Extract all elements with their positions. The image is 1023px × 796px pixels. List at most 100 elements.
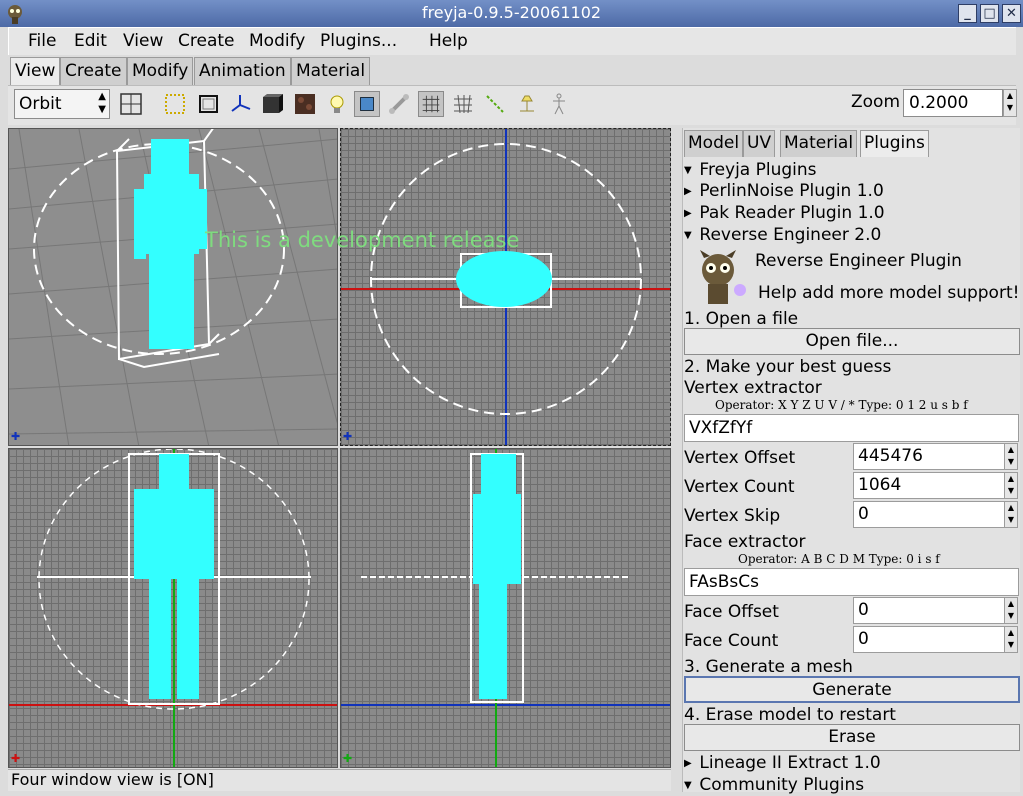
viewport-top[interactable]: ✚	[340, 128, 671, 446]
vertex-extractor-label: Vertex extractor	[684, 378, 822, 398]
collapsed-triangle-icon: ▶	[684, 207, 692, 219]
window-title: freyja-0.9.5-20061102	[421, 3, 602, 22]
vertex-pattern-input[interactable]: VXfZfYf	[684, 414, 1019, 442]
collapsed-triangle-icon: ▶	[684, 757, 692, 769]
menu-file[interactable]: File	[28, 31, 56, 51]
face-count-stepper[interactable]: ▲ ▼	[1004, 626, 1018, 653]
zoom-stepper[interactable]: ▲ ▼	[1003, 89, 1017, 117]
bounding-box-icon[interactable]	[196, 91, 222, 117]
face-operator-hint: Operator: A B C D M Type: 0 i s f	[738, 552, 940, 566]
freyja-mascot-icon	[8, 5, 22, 24]
axis-icon[interactable]	[228, 91, 254, 117]
viewport-front[interactable]: ✚	[8, 448, 338, 768]
vertex-count-stepper[interactable]: ▲ ▼	[1004, 472, 1018, 499]
axis-gizmo-icon: ✚	[11, 430, 21, 443]
top-scene	[341, 129, 670, 445]
axis-gizmo-icon: ✚	[343, 752, 353, 765]
face-extractor-label: Face extractor	[684, 532, 806, 552]
step-generate-label: 3. Generate a mesh	[684, 657, 853, 677]
skeleton-icon[interactable]	[546, 91, 572, 117]
menu-create[interactable]: Create	[178, 31, 235, 51]
four-window-icon[interactable]	[118, 91, 144, 117]
tree-lineage-extract[interactable]: ▶ Lineage II Extract 1.0	[684, 753, 881, 773]
tab-uv[interactable]: UV	[743, 130, 776, 157]
status-bar: Four window view is [ON]	[8, 769, 671, 791]
bone-icon[interactable]	[386, 91, 412, 117]
tab-material-panel[interactable]: Material	[780, 130, 858, 157]
select-vertex-icon[interactable]	[162, 91, 188, 117]
collapsed-triangle-icon: ▶	[684, 185, 692, 197]
minimize-button[interactable]: _	[958, 4, 977, 23]
vertex-offset-label: Vertex Offset	[684, 448, 796, 468]
step-erase-label: 4. Erase model to restart	[684, 705, 896, 725]
expanded-triangle-icon: ▼	[684, 229, 692, 241]
reverse-engineer-subtitle: Help add more model support!	[758, 283, 1020, 303]
close-button[interactable]: ✕	[1002, 4, 1021, 23]
light-bulb-icon[interactable]	[324, 91, 350, 117]
vertex-offset-stepper[interactable]: ▲ ▼	[1004, 443, 1018, 470]
menu-edit[interactable]: Edit	[74, 31, 107, 51]
vertex-operator-hint: Operator: X Y Z U V / * Type: 0 1 2 u s …	[715, 398, 968, 412]
reverse-engineer-title: Reverse Engineer Plugin	[755, 251, 962, 271]
menu-view[interactable]: View	[123, 31, 163, 51]
line-icon[interactable]	[482, 91, 508, 117]
tab-animation[interactable]: Animation	[194, 57, 291, 85]
perspective-scene	[9, 129, 337, 445]
tree-perlin-noise[interactable]: ▶ PerlinNoise Plugin 1.0	[684, 181, 884, 201]
menu-plugins[interactable]: Plugins...	[320, 31, 397, 51]
tree-freyja-plugins[interactable]: ▼ Freyja Plugins	[684, 160, 817, 180]
tab-plugins[interactable]: Plugins	[860, 130, 929, 157]
face-offset-input[interactable]: 0	[853, 597, 1005, 624]
zoom-value: 0.2000	[909, 93, 969, 113]
tab-view[interactable]: View	[10, 57, 61, 85]
face-pattern-input[interactable]: FAsBsCs	[684, 568, 1019, 596]
tree-community-plugins[interactable]: ▼ Community Plugins	[684, 775, 864, 795]
side-scene	[341, 449, 670, 767]
vertex-skip-label: Vertex Skip	[684, 506, 781, 526]
tab-create[interactable]: Create	[60, 57, 127, 85]
tab-modify[interactable]: Modify	[127, 57, 194, 85]
menu-help[interactable]: Help	[429, 31, 468, 51]
vertex-count-input[interactable]: 1064	[853, 472, 1005, 499]
face-offset-stepper[interactable]: ▲ ▼	[1004, 597, 1018, 624]
view-mode-value: Orbit	[19, 94, 62, 114]
erase-button[interactable]: Erase	[684, 724, 1020, 751]
tree-reverse-engineer[interactable]: ▼ Reverse Engineer 2.0	[684, 225, 881, 245]
vertex-skip-input[interactable]: 0	[853, 501, 1005, 528]
lamp-icon[interactable]	[514, 91, 540, 117]
texture-icon[interactable]	[292, 91, 318, 117]
zoom-input[interactable]: 0.2000	[903, 89, 1003, 117]
viewport-perspective[interactable]: ✚	[8, 128, 338, 446]
generate-button[interactable]: Generate	[684, 676, 1020, 703]
step-guess-label: 2. Make your best guess	[684, 357, 892, 377]
wireframe-mesh-icon[interactable]	[418, 91, 444, 117]
reverse-engineer-mascot-icon	[700, 250, 746, 304]
face-count-input[interactable]: 0	[853, 626, 1005, 653]
vertex-count-label: Vertex Count	[684, 477, 795, 497]
vertex-skip-stepper[interactable]: ▲ ▼	[1004, 501, 1018, 528]
zoom-label: Zoom	[851, 92, 901, 112]
axis-gizmo-icon: ✚	[343, 430, 353, 443]
menu-modify[interactable]: Modify	[249, 31, 305, 51]
expanded-triangle-icon: ▼	[684, 164, 692, 176]
object-select-icon[interactable]	[354, 91, 380, 117]
expanded-triangle-icon: ▼	[684, 779, 692, 791]
tab-model[interactable]: Model	[684, 130, 744, 157]
view-mode-select[interactable]: Orbit ▲ ▼	[14, 89, 110, 119]
front-scene	[9, 449, 337, 767]
open-file-button[interactable]: Open file...	[684, 328, 1020, 355]
solid-cube-icon[interactable]	[259, 91, 285, 117]
step-open-file-label: 1. Open a file	[684, 309, 799, 329]
axis-gizmo-icon: ✚	[11, 752, 21, 765]
vertex-offset-input[interactable]: 445476	[853, 443, 1005, 470]
status-text: Four window view is [ON]	[11, 770, 214, 789]
menu-bar: File Edit View Create Modify Plugins... …	[8, 27, 1016, 55]
maximize-button[interactable]: □	[980, 4, 999, 23]
viewport-side[interactable]: ✚	[340, 448, 671, 768]
grid-mesh-icon[interactable]	[450, 91, 476, 117]
face-offset-label: Face Offset	[684, 602, 779, 622]
tab-material[interactable]: Material	[291, 57, 371, 85]
face-count-label: Face Count	[684, 631, 779, 651]
title-bar[interactable]: freyja-0.9.5-20061102	[0, 0, 1023, 27]
tree-pak-reader[interactable]: ▶ Pak Reader Plugin 1.0	[684, 203, 885, 223]
